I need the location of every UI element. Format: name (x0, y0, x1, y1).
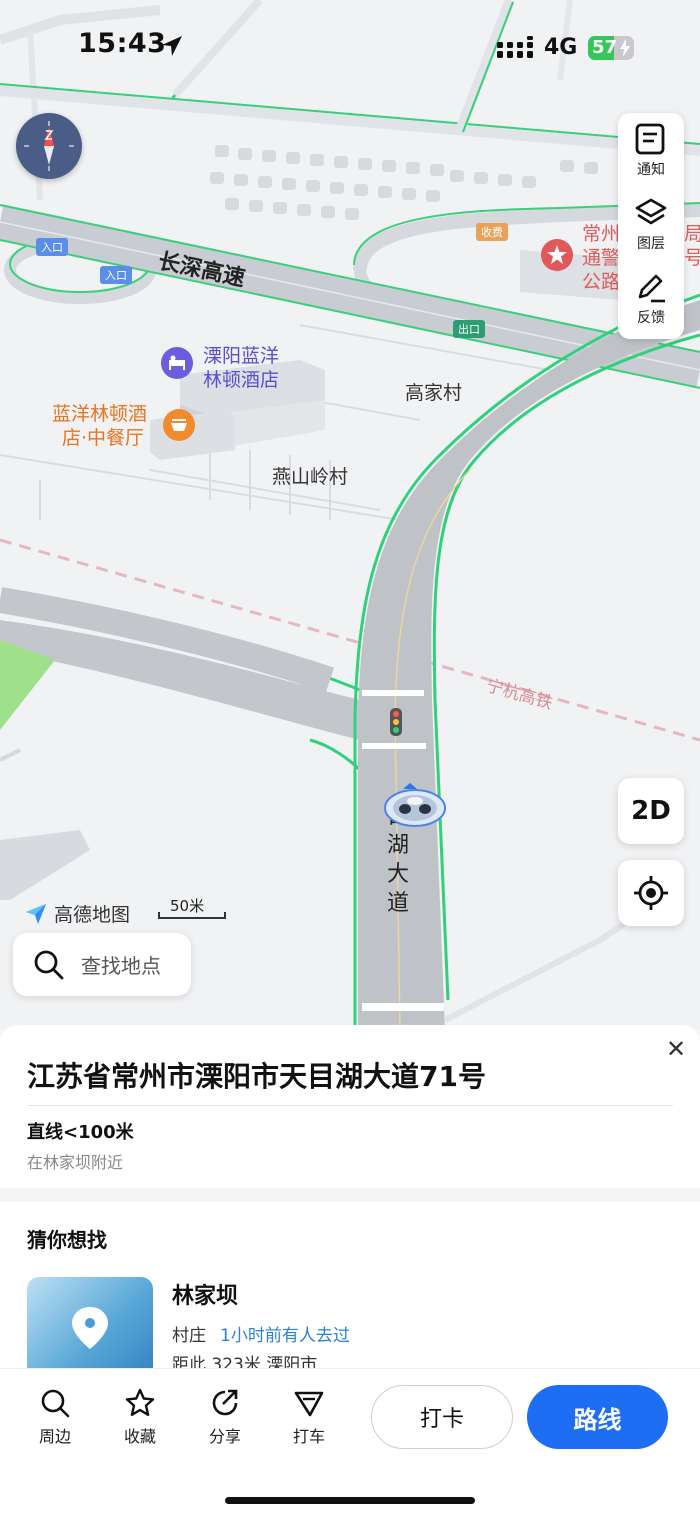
bottom-action-bar: 周边 收藏 分享 打车 打卡 路线 (0, 1368, 700, 1517)
poi-hotel-line1: 溧阳蓝洋 (203, 345, 280, 367)
poi-police-right: 局 号 (684, 222, 700, 270)
map-logo: 高德地图 (24, 900, 130, 927)
village-label: 高家村 (405, 382, 463, 404)
network-label: 4G (544, 35, 578, 60)
location-arrow-icon (162, 36, 182, 56)
locate-icon (634, 876, 668, 910)
taxi-button[interactable]: 打车 (279, 1387, 339, 1447)
poi-hotel-line2: 林顿酒店 (203, 369, 280, 391)
road-char: 湖 (386, 833, 409, 858)
share-button[interactable]: 分享 (195, 1387, 255, 1447)
police-icon (541, 239, 573, 271)
amap-logo-icon (26, 903, 46, 924)
suggestion-section: 猜你想找 林家坝 村庄 1小时前有人去过 距此 323米 溧阳市 (0, 1202, 700, 1372)
view-mode-button[interactable]: 2D (618, 778, 684, 844)
nearby-text: 在林家坝附近 (27, 1153, 124, 1172)
place-name[interactable]: 林家坝 (172, 1278, 238, 1310)
layers-label: 图层 (637, 236, 665, 252)
search-placeholder: 查找地点 (81, 954, 161, 978)
place-type: 村庄 (172, 1326, 206, 1346)
compass-button[interactable] (16, 113, 82, 179)
map-toolbox: 通知 图层 反馈 (618, 113, 684, 339)
distance-text: 直线<100米 (27, 1122, 134, 1143)
close-icon[interactable]: ✕ (666, 1035, 686, 1063)
favorite-label: 收藏 (123, 1427, 156, 1446)
address-title: 江苏省常州市溧阳市天目湖大道71号 (27, 1060, 486, 1093)
entry-badge: 入口 (36, 238, 68, 256)
battery-icon: 57 (588, 36, 634, 60)
home-indicator[interactable] (225, 1497, 475, 1504)
map-pin-icon (72, 1307, 108, 1349)
star-icon (125, 1388, 155, 1416)
poi-police-right-line1: 局 (684, 223, 700, 245)
poi-police-line3: 公路 (582, 271, 621, 293)
place-thumbnail[interactable] (27, 1277, 153, 1372)
divider (27, 1105, 673, 1106)
layers-icon (635, 198, 667, 225)
checkin-button[interactable]: 打卡 (371, 1385, 513, 1449)
battery-percent: 57 (592, 37, 618, 58)
road-char: 大 (386, 862, 409, 887)
charging-icon (620, 39, 630, 57)
feedback-pen-icon (638, 274, 665, 303)
layers-button[interactable]: 图层 (618, 187, 684, 261)
nearby-button[interactable]: 周边 (25, 1387, 85, 1447)
nearby-label: 周边 (38, 1427, 71, 1446)
status-time: 15:43 (78, 28, 167, 59)
map-view[interactable]: 长深高速 入口 入口 收费 出口 高家村 燕山岭村 溧阳蓝洋 林顿酒店 蓝洋林顿… (0, 0, 700, 1030)
notification-icon (635, 123, 665, 155)
share-icon (212, 1389, 238, 1416)
search-icon (34, 950, 64, 979)
route-button[interactable]: 路线 (527, 1385, 668, 1449)
search-input[interactable]: 查找地点 (13, 933, 191, 996)
road-char: 道 (386, 891, 409, 916)
user-location-icon (384, 783, 446, 827)
poi-police-line2: 通警 (582, 247, 621, 269)
restaurant-icon (163, 409, 195, 441)
favorite-button[interactable]: 收藏 (110, 1387, 170, 1447)
feedback-label: 反馈 (637, 310, 665, 326)
hotel-icon (161, 347, 193, 379)
search-icon (41, 1389, 70, 1418)
entry-badge: 入口 (100, 266, 132, 284)
notify-button[interactable]: 通知 (618, 113, 684, 187)
share-label: 分享 (208, 1427, 241, 1446)
signal-icon (497, 36, 533, 58)
taxi-label: 打车 (292, 1427, 325, 1446)
suggestion-title: 猜你想找 (27, 1228, 107, 1252)
locate-button[interactable] (618, 860, 684, 926)
poi-police-right-line2: 号 (684, 247, 700, 269)
notify-label: 通知 (637, 162, 665, 178)
status-bar: 15:43 4G 57 (0, 0, 700, 90)
village-label: 燕山岭村 (272, 466, 349, 488)
poi-restaurant[interactable]: 蓝洋林顿酒 店·中餐厅 (52, 402, 200, 450)
toll-badge: 收费 (476, 223, 508, 241)
map-canvas (0, 0, 700, 1030)
place-visit-info: 1小时前有人去过 (220, 1326, 350, 1346)
poi-police-line1: 常州 (582, 223, 621, 245)
map-scale: 50米 (158, 895, 228, 925)
location-detail-sheet: ✕ 江苏省常州市溧阳市天目湖大道71号 直线<100米 在林家坝附近 (0, 1025, 700, 1188)
feedback-button[interactable]: 反馈 (618, 261, 684, 335)
scale-bar (158, 912, 226, 919)
exit-badge: 出口 (453, 320, 485, 338)
compass-icon (24, 121, 74, 171)
taxi-icon (294, 1391, 324, 1417)
map-logo-text: 高德地图 (54, 904, 131, 926)
